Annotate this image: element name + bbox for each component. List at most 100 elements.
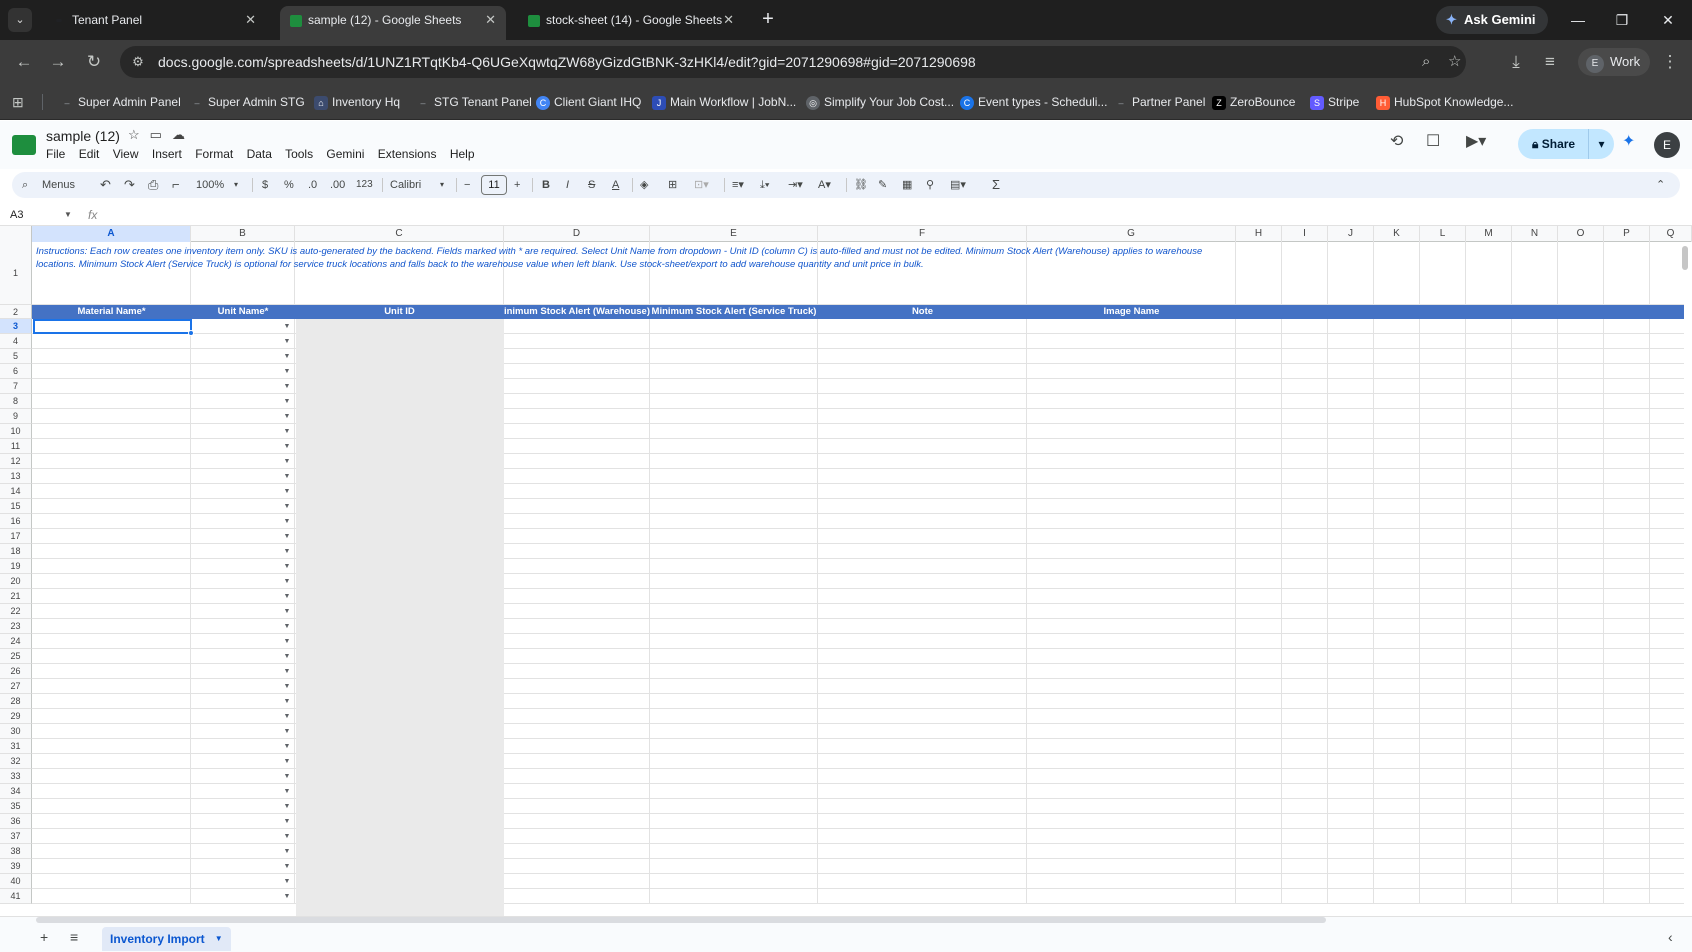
name-box-chevron-icon[interactable]: ▼ — [64, 204, 72, 226]
unit-name-dropdown-chevron-icon[interactable]: ▼ — [282, 458, 292, 466]
unit-name-dropdown-chevron-icon[interactable]: ▼ — [282, 353, 292, 361]
move-folder-icon[interactable]: ▭ — [150, 127, 172, 142]
bookmark-stripe[interactable]: S Stripe — [1308, 84, 1359, 120]
row-header-25[interactable]: 25 — [0, 649, 32, 664]
menu-insert[interactable]: Insert — [152, 147, 182, 161]
filter-icon[interactable]: ⚲ — [926, 172, 934, 198]
font-chevron-icon[interactable]: ▾ — [440, 172, 444, 198]
unit-name-dropdown-chevron-icon[interactable]: ▼ — [282, 413, 292, 421]
row-header-18[interactable]: 18 — [0, 544, 32, 559]
row-header-27[interactable]: 27 — [0, 679, 32, 694]
reload-icon[interactable]: ↻ — [82, 50, 106, 74]
unit-name-dropdown-chevron-icon[interactable]: ▼ — [282, 368, 292, 376]
profile-button[interactable]: E Work — [1578, 48, 1650, 76]
sheets-logo-icon[interactable] — [12, 135, 36, 155]
unit-name-dropdown-chevron-icon[interactable]: ▼ — [282, 578, 292, 586]
column-header-k[interactable]: K — [1374, 226, 1420, 242]
insert-comment-icon[interactable]: ✎ — [878, 172, 887, 198]
unit-name-dropdown-chevron-icon[interactable]: ▼ — [282, 863, 292, 871]
column-header-f[interactable]: F — [818, 226, 1027, 242]
paint-format-icon[interactable]: ⌐ — [172, 172, 180, 198]
column-header-e[interactable]: E — [650, 226, 818, 242]
search-menus-icon[interactable]: ⌕ — [22, 172, 28, 198]
spreadsheet-grid[interactable]: ABCDEFGHIJKLMNOPQ 1 2 3 ▼ 4 ▼ 5 ▼ 6 ▼ 7 ▼ 8 ▼ 9 ▼ 10 ▼ 11 ▼… — [0, 226, 1692, 916]
italic-button[interactable]: I — [566, 172, 569, 198]
close-tab-icon[interactable]: ✕ — [485, 6, 496, 34]
unit-name-dropdown-chevron-icon[interactable]: ▼ — [282, 893, 292, 901]
unit-name-dropdown-chevron-icon[interactable]: ▼ — [282, 488, 292, 496]
close-tab-icon[interactable]: ✕ — [245, 6, 256, 34]
menu-gemini[interactable]: Gemini — [326, 147, 364, 161]
unit-name-dropdown-chevron-icon[interactable]: ▼ — [282, 758, 292, 766]
row-header-24[interactable]: 24 — [0, 634, 32, 649]
bookmark-stg-tenant-panel[interactable]: – STG Tenant Panel — [414, 84, 531, 120]
sheet-tab-chevron-icon[interactable]: ▼ — [215, 927, 223, 951]
print-icon[interactable]: ⎙ — [148, 172, 158, 198]
row-header-8[interactable]: 8 — [0, 394, 32, 409]
column-header-j[interactable]: J — [1328, 226, 1374, 242]
bookmark-star-icon[interactable]: ☆ — [1448, 52, 1461, 72]
unit-name-dropdown-chevron-icon[interactable]: ▼ — [282, 833, 292, 841]
unit-name-dropdown-chevron-icon[interactable]: ▼ — [282, 848, 292, 856]
instructions-text[interactable]: Instructions: Each row creates one inven… — [36, 245, 1216, 271]
row-header-22[interactable]: 22 — [0, 604, 32, 619]
fill-color-icon[interactable]: ◈ — [640, 172, 648, 198]
menu-view[interactable]: View — [113, 147, 139, 161]
increase-font-size-icon[interactable]: + — [514, 172, 520, 198]
tab-search-chevron-icon[interactable]: ⌄ — [8, 8, 32, 32]
column-header-i[interactable]: I — [1282, 226, 1328, 242]
restore-icon[interactable]: ❐ — [1602, 0, 1642, 40]
collapse-menus-chevron-icon[interactable]: ⌃ — [1656, 172, 1665, 198]
download-icon[interactable]: ⤓ — [1504, 50, 1528, 74]
document-title[interactable]: sample (12) — [46, 127, 120, 145]
unit-name-dropdown-chevron-icon[interactable]: ▼ — [282, 713, 292, 721]
menu-format[interactable]: Format — [195, 147, 233, 161]
text-rotation-icon[interactable]: A▾ — [818, 172, 831, 198]
unit-name-dropdown-chevron-icon[interactable]: ▼ — [282, 338, 292, 346]
tab-sample-sheets[interactable]: sample (12) - Google Sheets ✕ — [280, 6, 506, 40]
column-header-o[interactable]: O — [1558, 226, 1604, 242]
unit-name-dropdown-chevron-icon[interactable]: ▼ — [282, 383, 292, 391]
bookmark-super-admin-stg[interactable]: – Super Admin STG — [188, 84, 304, 120]
meet-camera-icon[interactable]: ▶▾ — [1466, 131, 1486, 151]
percent-format-button[interactable]: % — [284, 172, 294, 198]
row-header-1[interactable]: 1 — [0, 242, 32, 305]
apps-grid-icon[interactable]: ⊞ — [12, 93, 30, 111]
bookmark-partner-panel[interactable]: – Partner Panel — [1112, 84, 1205, 120]
unit-name-dropdown-chevron-icon[interactable]: ▼ — [282, 773, 292, 781]
bold-button[interactable]: B — [542, 172, 550, 198]
header-note[interactable]: Note — [818, 305, 1027, 319]
explore-chevron-icon[interactable]: ‹ — [1668, 929, 1673, 945]
column-header-g[interactable]: G — [1027, 226, 1236, 242]
column-header-c[interactable]: C — [295, 226, 504, 242]
header-min-stock-warehouse[interactable]: Minimum Stock Alert (Warehouse) — [504, 305, 650, 319]
unit-name-dropdown-chevron-icon[interactable]: ▼ — [282, 563, 292, 571]
text-wrapping-icon[interactable]: ⇥▾ — [788, 172, 803, 198]
row-header-21[interactable]: 21 — [0, 589, 32, 604]
bookmark-super-admin-panel[interactable]: – Super Admin Panel — [58, 84, 180, 120]
bookmark-main-workflow[interactable]: J Main Workflow | JobN... — [650, 84, 796, 120]
undo-icon[interactable]: ↶ — [100, 172, 111, 198]
tab-tenant-panel[interactable]: Tenant Panel ✕ — [44, 6, 266, 40]
unit-name-dropdown-chevron-icon[interactable]: ▼ — [282, 683, 292, 691]
unit-name-dropdown-chevron-icon[interactable]: ▼ — [282, 323, 292, 331]
select-all-corner[interactable] — [0, 226, 32, 242]
unit-name-dropdown-chevron-icon[interactable]: ▼ — [282, 473, 292, 481]
row-header-26[interactable]: 26 — [0, 664, 32, 679]
vertical-align-icon[interactable]: ⤓▾ — [760, 172, 769, 198]
unit-name-dropdown-chevron-icon[interactable]: ▼ — [282, 443, 292, 451]
menu-edit[interactable]: Edit — [79, 147, 100, 161]
add-sheet-plus-icon[interactable]: + — [40, 929, 48, 945]
header-unit-name[interactable]: Unit Name* — [191, 305, 295, 319]
sheet-tab-inventory-import[interactable]: Inventory Import ▼ — [102, 927, 231, 951]
menu-help[interactable]: Help — [450, 147, 475, 161]
unit-name-dropdown-chevron-icon[interactable]: ▼ — [282, 608, 292, 616]
unit-name-dropdown-chevron-icon[interactable]: ▼ — [282, 428, 292, 436]
all-sheets-menu-icon[interactable]: ≡ — [70, 929, 78, 945]
column-header-a[interactable]: A — [32, 226, 191, 242]
insert-link-icon[interactable]: ⛓ — [854, 172, 868, 198]
row-header-40[interactable]: 40 — [0, 874, 32, 889]
unit-name-dropdown-chevron-icon[interactable]: ▼ — [282, 623, 292, 631]
forward-arrow-icon[interactable]: → — [46, 50, 70, 74]
unit-name-dropdown-chevron-icon[interactable]: ▼ — [282, 638, 292, 646]
